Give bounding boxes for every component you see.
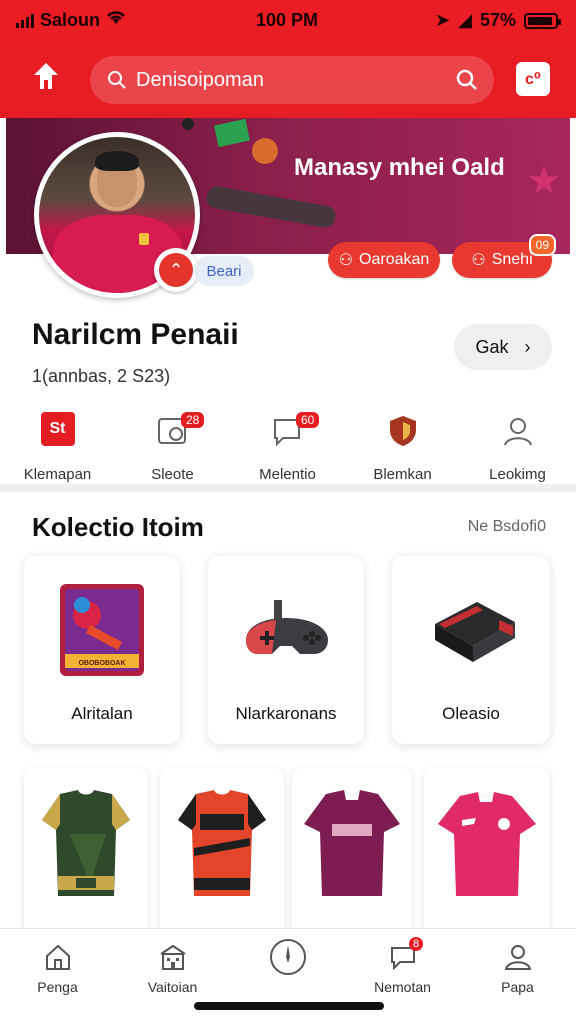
quick-item-leokimg[interactable]: Leokimg [460, 404, 575, 484]
status-time: 100 PM [256, 10, 319, 30]
collection-card[interactable]: OBOBOBOAK Alritalan [24, 556, 180, 744]
avatar-crest [139, 233, 149, 245]
svg-text:OBOBOBOAK: OBOBOBOAK [78, 660, 125, 667]
game-controller-image [246, 600, 328, 654]
collection-card[interactable]: Oleasio [392, 556, 550, 744]
messages-icon: c⁰ [525, 71, 541, 88]
decor-bar [205, 184, 337, 230]
jersey-card[interactable] [24, 768, 148, 938]
jersey-card[interactable] [160, 768, 284, 938]
banner-action-1[interactable]: ⚇ Oaroakan [328, 242, 440, 278]
nav-label: Penga [37, 979, 78, 995]
quick-item-klemapan[interactable]: St Klemapan [0, 404, 115, 484]
verified-badge: ⌃ [154, 248, 198, 292]
decor-shard [214, 118, 250, 148]
person-icon: ⚇ [338, 252, 354, 269]
profile-action-button[interactable]: Gak › [454, 324, 552, 370]
search-icon [106, 69, 128, 91]
shield-icon [384, 412, 422, 450]
quick-label: Melentio [259, 466, 316, 483]
nav-label: Vaitoian [147, 979, 198, 995]
card-label: Nlarkaronans [235, 704, 337, 723]
star-icon: ★ [526, 159, 562, 203]
collection-card[interactable]: Nlarkaronans [208, 556, 364, 744]
jersey-card[interactable] [292, 768, 412, 938]
avatar-hair [95, 151, 139, 171]
banner-action-1-label: Oaroakan [359, 251, 430, 268]
quick-label: Leokimg [489, 466, 546, 483]
quick-badge: 60 [296, 412, 320, 428]
banner-action-2-badge: 09 [528, 234, 556, 256]
green-jersey-image [42, 790, 130, 896]
building-icon [155, 939, 191, 975]
quick-item-sleote[interactable]: 28 Sleote [115, 404, 230, 484]
location-icon: ➤ [435, 10, 451, 30]
beam-chip[interactable]: Beari [194, 256, 254, 286]
see-all-link[interactable]: Ne Bsdofi0 [468, 518, 546, 536]
nav-item-home[interactable]: Penga [0, 929, 115, 1024]
nav-badge: 8 [409, 937, 423, 951]
battery-percent: 57% [479, 10, 516, 30]
search-submit-icon[interactable] [456, 69, 478, 91]
top-header: Saloun 100 PM ➤ ◢ 57% Denisoipoman c⁰ [0, 0, 576, 118]
search-bar[interactable]: Denisoipoman [90, 56, 494, 104]
section-divider [0, 484, 576, 492]
carrier-name: Saloun [40, 10, 101, 30]
home-icon [40, 939, 76, 975]
game-card-image: OBOBOBOAK [60, 584, 144, 676]
orange-jersey-image [178, 790, 266, 896]
nav-label: Papa [501, 979, 534, 995]
chevron-right-icon: › [524, 336, 531, 357]
quick-label: Klemapan [23, 466, 92, 483]
profile-icon [500, 939, 536, 975]
purple-jersey-image [304, 790, 400, 896]
app-logo-icon[interactable] [28, 60, 64, 96]
user-icon [499, 412, 537, 450]
profile-action-label: Gak [475, 336, 509, 357]
wallet-image [435, 602, 515, 662]
person-icon: ⚇ [471, 252, 486, 269]
quick-label: Blemkan [373, 466, 432, 483]
nav-label: Nemotan [374, 979, 431, 995]
decor-ball [252, 138, 278, 164]
compass-icon [268, 937, 308, 977]
wifi-icon [106, 10, 126, 31]
profile-subtitle: 1(annbas, 2 S23) [32, 366, 171, 386]
st-icon: St [40, 412, 75, 446]
jersey-card[interactable] [424, 768, 550, 938]
pink-jersey-image [438, 792, 536, 896]
quick-actions: St Klemapan 28 Sleote 60 Melentio Blemka… [0, 404, 576, 484]
decor-dot [182, 118, 194, 130]
nav-item-papa[interactable]: Papa [460, 929, 575, 1024]
signal-icon [16, 13, 34, 28]
home-indicator[interactable] [194, 1002, 384, 1010]
status-bar: Saloun 100 PM ➤ ◢ 57% [0, 8, 576, 34]
banner-action-2-label: Snehi [491, 251, 533, 268]
quick-item-melentio[interactable]: 60 Melentio [230, 404, 345, 484]
banner-title: Manasy mhei Oald [294, 154, 505, 181]
section-title: Kolectio Itoim [32, 512, 204, 542]
navigation-icon: ◢ [458, 10, 472, 30]
verified-icon: ⌃ [159, 253, 193, 287]
card-label: Oleasio [442, 704, 500, 723]
profile-name: Narilcm Penaii [32, 318, 239, 351]
battery-icon [524, 12, 561, 29]
quick-label: Sleote [151, 466, 194, 483]
messages-button[interactable]: c⁰ [516, 62, 550, 96]
card-label: Alritalan [71, 704, 133, 723]
quick-badge: 28 [181, 412, 205, 428]
quick-item-blemkan[interactable]: Blemkan [345, 404, 460, 484]
search-input[interactable]: Denisoipoman [136, 69, 456, 92]
banner-action-2[interactable]: ⚇ Snehi 09 [452, 234, 556, 278]
